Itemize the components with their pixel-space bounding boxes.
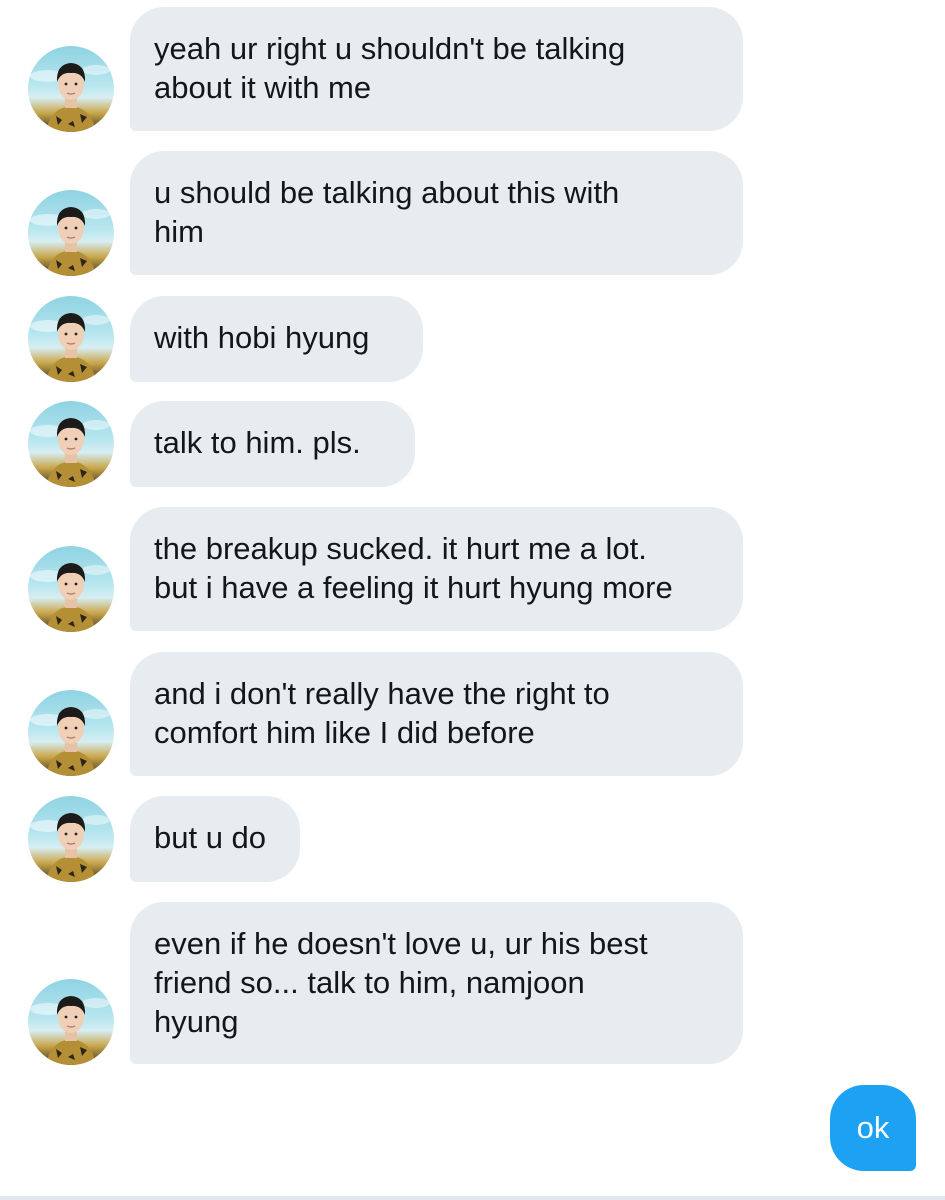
avatar-icon[interactable] xyxy=(28,296,114,382)
avatar-icon[interactable] xyxy=(28,690,114,776)
avatar-photo-icon xyxy=(30,418,110,487)
avatar-photo-icon xyxy=(30,707,110,776)
divider xyxy=(0,1196,945,1200)
avatar-icon[interactable] xyxy=(28,796,114,882)
incoming-message-bubble[interactable]: talk to him. pls. xyxy=(130,401,415,487)
message-thread: yeah ur right u shouldn't be talking abo… xyxy=(0,0,945,1200)
incoming-message-bubble[interactable]: but u do xyxy=(130,796,300,882)
avatar-icon[interactable] xyxy=(28,190,114,276)
avatar-photo-icon xyxy=(30,313,110,382)
outgoing-message-bubble[interactable]: ok xyxy=(830,1085,916,1171)
incoming-message-bubble[interactable]: the breakup sucked. it hurt me a lot. bu… xyxy=(130,507,743,631)
incoming-message-bubble[interactable]: yeah ur right u shouldn't be talking abo… xyxy=(130,7,743,131)
incoming-message-bubble[interactable]: with hobi hyung xyxy=(130,296,423,382)
incoming-message-bubble[interactable]: u should be talking about this with him xyxy=(130,151,743,275)
avatar-icon[interactable] xyxy=(28,546,114,632)
incoming-message-bubble[interactable]: and i don't really have the right to com… xyxy=(130,652,743,776)
avatar-icon[interactable] xyxy=(28,979,114,1065)
avatar-icon[interactable] xyxy=(28,46,114,132)
avatar-photo-icon xyxy=(30,813,110,882)
incoming-message-bubble[interactable]: even if he doesn't love u, ur his best f… xyxy=(130,902,743,1064)
avatar-photo-icon xyxy=(30,996,110,1065)
avatar-photo-icon xyxy=(30,207,110,276)
avatar-icon[interactable] xyxy=(28,401,114,487)
avatar-photo-icon xyxy=(30,563,110,632)
avatar-photo-icon xyxy=(30,63,110,132)
